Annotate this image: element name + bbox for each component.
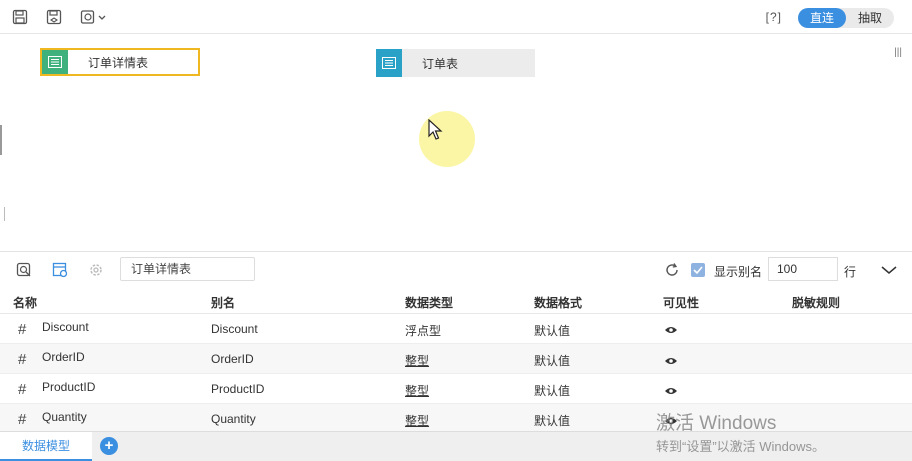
canvas-menu-icon[interactable]: |||: [894, 47, 902, 58]
add-tab-button[interactable]: +: [100, 437, 118, 455]
field-type[interactable]: 浮点型: [405, 322, 441, 339]
eye-icon[interactable]: [664, 355, 678, 369]
table-icon: [376, 49, 402, 77]
column-header-format[interactable]: 数据格式: [534, 294, 582, 311]
extract-mode-button[interactable]: 抽取: [846, 8, 894, 28]
field-format[interactable]: 默认值: [534, 382, 570, 399]
row-unit-label: 行: [844, 265, 857, 279]
field-type[interactable]: 整型: [405, 382, 429, 399]
table-node-order-details[interactable]: 订单详情表: [40, 48, 200, 76]
chevron-down-icon[interactable]: [880, 264, 898, 279]
table-name-field[interactable]: 订单详情表: [120, 257, 255, 281]
field-format[interactable]: 默认值: [534, 322, 570, 339]
column-header-name[interactable]: 名称: [13, 294, 37, 311]
field-name: Quantity: [42, 410, 87, 424]
field-format[interactable]: 默认值: [534, 352, 570, 369]
field-alias[interactable]: Discount: [211, 322, 258, 336]
field-format[interactable]: 默认值: [534, 412, 570, 429]
table-icon: [42, 50, 68, 74]
table-detail-panel: 订单详情表 显示别名 100 行 名称 别名 数据类型 数据格式 可见性 脱敏规…: [0, 251, 912, 434]
table-row[interactable]: # OrderID OrderID 整型 默认值: [0, 344, 912, 374]
column-header-masking[interactable]: 脱敏规则: [792, 294, 840, 311]
numeric-type-icon: #: [18, 321, 27, 338]
field-table-header: 名称 别名 数据类型 数据格式 可见性 脱敏规则: [0, 288, 912, 314]
field-type[interactable]: 整型: [405, 412, 429, 429]
settings-dropdown-icon[interactable]: [80, 9, 108, 25]
mouse-cursor-icon: [428, 119, 443, 140]
connection-mode-toggle[interactable]: 直连 抽取: [798, 8, 894, 28]
table-row[interactable]: # ProductID ProductID 整型 默认值: [0, 374, 912, 404]
tab-data-model[interactable]: 数据模型: [0, 432, 92, 461]
model-canvas[interactable]: 订单详情表 订单表 |||: [0, 35, 912, 251]
column-header-visibility[interactable]: 可见性: [663, 294, 699, 311]
panel-toolbar: 订单详情表 显示别名 100 行: [0, 252, 912, 288]
help-button[interactable]: [?]: [766, 10, 782, 24]
field-type[interactable]: 整型: [405, 352, 429, 369]
eye-icon[interactable]: [664, 324, 678, 338]
numeric-type-icon: #: [18, 411, 27, 428]
save-as-icon[interactable]: [46, 9, 62, 25]
show-alias-label: 显示别名: [714, 265, 763, 279]
refresh-icon[interactable]: [664, 262, 680, 281]
windows-activation-subtitle: 转到“设置”以激活 Windows。: [656, 439, 826, 454]
table-node-label: 订单详情表: [88, 55, 149, 70]
column-header-alias[interactable]: 别名: [211, 294, 235, 311]
field-name: OrderID: [42, 350, 85, 364]
table-node-label: 订单表: [422, 56, 459, 71]
direct-mode-button[interactable]: 直连: [798, 8, 846, 28]
column-header-type[interactable]: 数据类型: [405, 294, 453, 311]
canvas-resize-handle[interactable]: [0, 125, 2, 155]
preview-icon[interactable]: [16, 262, 32, 278]
table-settings-icon[interactable]: [52, 262, 68, 278]
show-alias-checkbox[interactable]: [691, 263, 705, 277]
save-icon[interactable]: [12, 9, 28, 25]
table-node-orders[interactable]: 订单表: [376, 49, 535, 77]
numeric-type-icon: #: [18, 351, 27, 368]
gear-icon[interactable]: [88, 262, 104, 278]
table-row[interactable]: # Discount Discount 浮点型 默认值: [0, 314, 912, 344]
field-name: ProductID: [42, 380, 96, 394]
windows-activation-title: 激活 Windows: [656, 413, 777, 434]
row-count-input[interactable]: 100: [768, 257, 838, 281]
canvas-edge-marker: [4, 207, 5, 221]
field-alias[interactable]: ProductID: [211, 382, 264, 396]
field-alias[interactable]: OrderID: [211, 352, 254, 366]
top-toolbar: [?] 直连 抽取: [0, 0, 912, 34]
eye-icon[interactable]: [664, 385, 678, 399]
numeric-type-icon: #: [18, 381, 27, 398]
field-alias[interactable]: Quantity: [211, 412, 256, 426]
field-name: Discount: [42, 320, 89, 334]
